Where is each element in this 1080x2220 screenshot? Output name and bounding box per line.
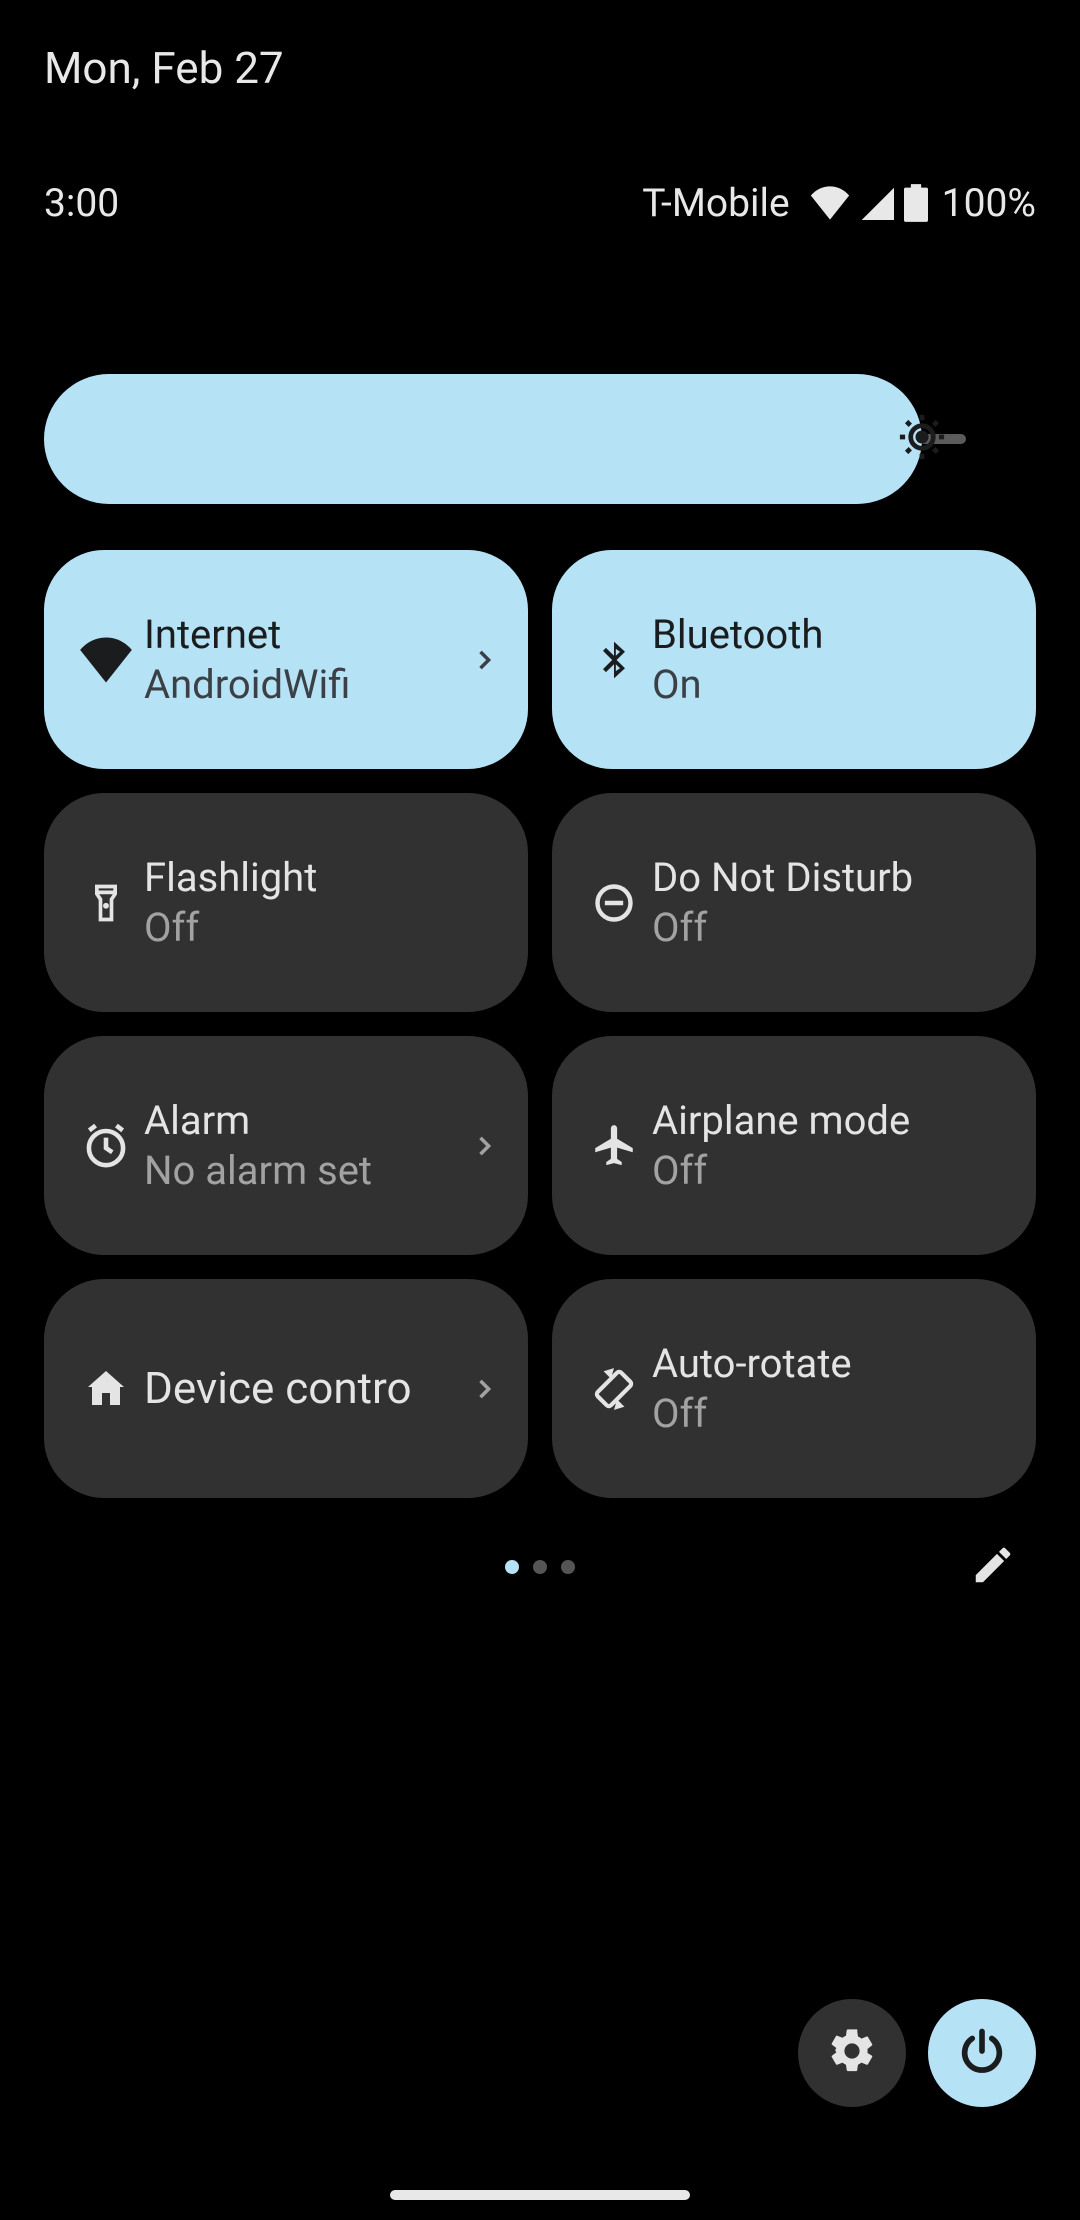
wifi-icon xyxy=(68,637,144,683)
tile-subtitle: Off xyxy=(652,904,1012,951)
edit-tiles-button[interactable] xyxy=(970,1542,1016,1592)
battery-icon xyxy=(904,184,928,222)
tile-subtitle: Off xyxy=(652,1147,1012,1194)
clock-time: 3:00 xyxy=(44,180,119,226)
tile-internet[interactable]: Internet AndroidWifi xyxy=(44,550,528,769)
home-indicator[interactable] xyxy=(390,2190,690,2200)
tile-title: Flashlight xyxy=(144,854,504,901)
qs-tiles-grid: Internet AndroidWifi Bluetooth On Flashl… xyxy=(44,550,1036,1498)
tile-title: Auto-rotate xyxy=(652,1340,1012,1387)
tile-title: Internet xyxy=(144,611,464,658)
page-dot xyxy=(505,1560,519,1574)
carrier-label: T-Mobile xyxy=(642,180,789,226)
tile-do-not-disturb[interactable]: Do Not Disturb Off xyxy=(552,793,1036,1012)
power-icon xyxy=(956,2025,1008,2081)
tile-subtitle: AndroidWifi xyxy=(144,661,464,708)
rotate-icon xyxy=(576,1364,652,1414)
tile-device-controls[interactable]: Device contro xyxy=(44,1279,528,1498)
flashlight-icon xyxy=(68,877,144,929)
status-bar: 3:00 T-Mobile 100% xyxy=(44,178,1036,228)
date-label: Mon, Feb 27 xyxy=(44,42,284,94)
tile-title: Airplane mode xyxy=(652,1097,1012,1144)
chevron-right-icon[interactable] xyxy=(464,646,504,674)
power-button[interactable] xyxy=(928,1999,1036,2107)
tile-title: Bluetooth xyxy=(652,611,1012,658)
cellular-icon xyxy=(860,186,894,220)
tile-subtitle: No alarm set xyxy=(144,1147,464,1194)
page-indicator xyxy=(505,1560,575,1574)
brightness-icon xyxy=(896,411,948,467)
brightness-slider[interactable] xyxy=(44,374,1036,504)
home-icon xyxy=(68,1365,144,1413)
bluetooth-icon xyxy=(576,634,652,686)
chevron-right-icon[interactable] xyxy=(464,1132,504,1160)
dnd-icon xyxy=(576,881,652,925)
chevron-right-icon[interactable] xyxy=(464,1375,504,1403)
tile-bluetooth[interactable]: Bluetooth On xyxy=(552,550,1036,769)
tile-subtitle: Off xyxy=(652,1390,1012,1437)
brightness-fill xyxy=(44,374,922,504)
tile-alarm[interactable]: Alarm No alarm set xyxy=(44,1036,528,1255)
battery-percent: 100% xyxy=(942,180,1036,226)
page-dot xyxy=(533,1560,547,1574)
tile-auto-rotate[interactable]: Auto-rotate Off xyxy=(552,1279,1036,1498)
settings-button[interactable] xyxy=(798,1999,906,2107)
tile-flashlight[interactable]: Flashlight Off xyxy=(44,793,528,1012)
tile-title: Alarm xyxy=(144,1097,464,1144)
tile-title: Do Not Disturb xyxy=(652,854,1012,901)
tile-airplane-mode[interactable]: Airplane mode Off xyxy=(552,1036,1036,1255)
wifi-icon xyxy=(810,186,850,220)
page-dot xyxy=(561,1560,575,1574)
tile-subtitle: Off xyxy=(144,904,504,951)
gear-icon xyxy=(826,2025,878,2081)
tile-subtitle: On xyxy=(652,661,1012,708)
airplane-icon xyxy=(576,1121,652,1171)
alarm-icon xyxy=(68,1121,144,1171)
tile-title: Device contro xyxy=(144,1363,464,1415)
